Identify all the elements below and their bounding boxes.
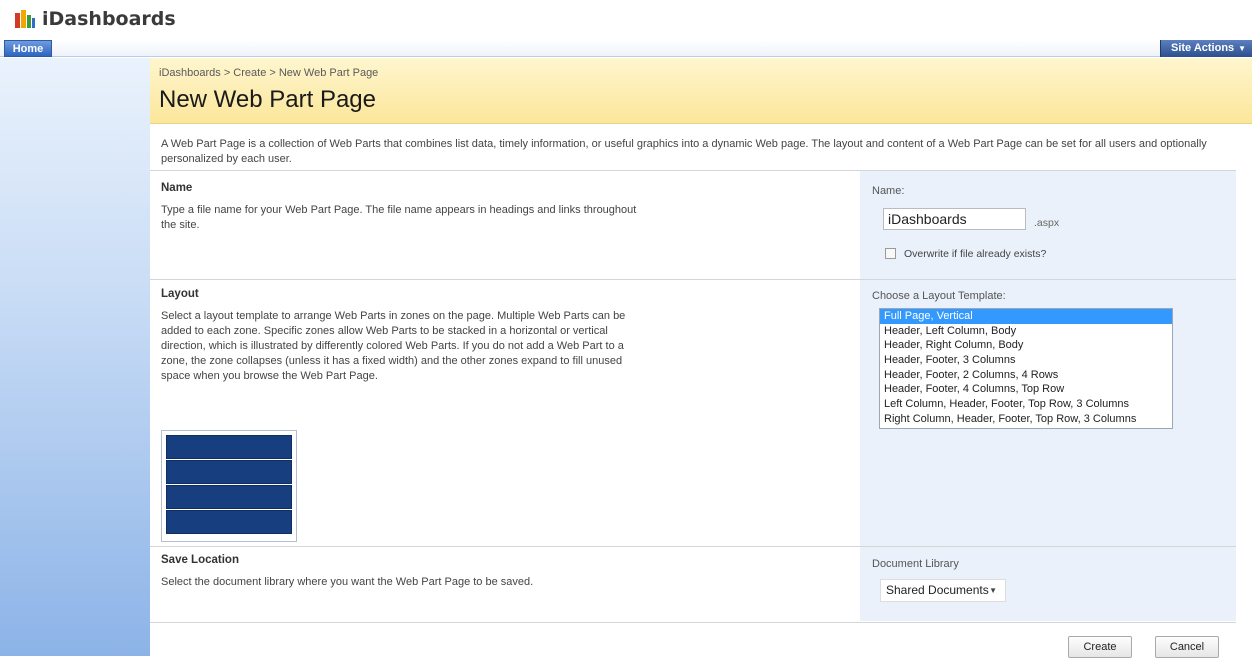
layout-section: Layout Select a layout template to arran… — [161, 287, 641, 384]
tab-home[interactable]: Home — [4, 40, 52, 57]
layout-heading: Layout — [161, 288, 199, 300]
page-title: New Web Part Page — [159, 86, 376, 113]
layout-template-listbox[interactable]: Full Page, Vertical Header, Left Column, … — [879, 308, 1173, 429]
document-library-select[interactable]: Shared Documents ▼ — [880, 579, 1006, 602]
site-actions-label: Site Actions — [1171, 42, 1235, 54]
file-name-input[interactable]: iDashboards — [883, 208, 1026, 230]
overwrite-checkbox[interactable] — [885, 248, 896, 259]
save-location-section: Save Location Select the document librar… — [161, 553, 641, 590]
cancel-button[interactable]: Cancel — [1155, 636, 1219, 658]
top-nav-bar: Home Site Actions ▼ — [0, 40, 1252, 57]
overwrite-label: Overwrite if file already exists? — [904, 248, 1047, 260]
name-field-label: Name: — [872, 185, 905, 197]
create-button[interactable]: Create — [1068, 636, 1132, 658]
top-header: iDashboards — [0, 0, 1252, 40]
left-navigation — [0, 58, 150, 656]
document-library-value: Shared Documents — [886, 583, 989, 597]
site-actions-menu[interactable]: Site Actions ▼ — [1160, 40, 1252, 57]
preview-zone — [165, 459, 293, 485]
layout-field-panel: Choose a Layout Template: Full Page, Ver… — [860, 280, 1236, 546]
preview-zone — [165, 484, 293, 510]
file-extension-label: .aspx — [1034, 217, 1060, 229]
layout-option[interactable]: Full Page, Vertical — [880, 309, 1172, 324]
layout-option[interactable]: Header, Footer, 3 Columns — [880, 353, 1172, 368]
breadcrumb[interactable]: iDashboards > Create > New Web Part Page — [159, 67, 378, 79]
intro-text: A Web Part Page is a collection of Web P… — [161, 138, 1207, 165]
chevron-down-icon: ▼ — [989, 586, 997, 595]
section-divider — [150, 622, 1236, 623]
site-title[interactable]: iDashboards — [42, 8, 176, 30]
name-section: Name Type a file name for your Web Part … — [161, 181, 641, 233]
layout-option[interactable]: Left Column, Header, Footer, Top Row, 3 … — [880, 397, 1172, 412]
name-field-panel: Name: iDashboards .aspx Overwrite if fil… — [860, 171, 1236, 279]
save-location-panel: Document Library Shared Documents ▼ — [860, 547, 1236, 621]
layout-description: Select a layout template to arrange Web … — [161, 310, 626, 382]
document-library-label: Document Library — [872, 558, 959, 570]
layout-option[interactable]: Header, Right Column, Body — [880, 338, 1172, 353]
layout-option[interactable]: Header, Left Column, Body — [880, 324, 1172, 339]
layout-option[interactable]: Right Column, Header, Footer, Top Row, 3… — [880, 412, 1172, 427]
page-title-area: iDashboards > Create > New Web Part Page… — [150, 58, 1252, 124]
chevron-down-icon: ▼ — [1238, 44, 1247, 53]
preview-zone — [165, 509, 293, 535]
name-description: Type a file name for your Web Part Page.… — [161, 204, 637, 231]
layout-option[interactable]: Header, Footer, 2 Columns, 4 Rows — [880, 368, 1172, 383]
name-heading: Name — [161, 182, 193, 194]
app-logo-icon — [15, 10, 35, 28]
layout-field-label: Choose a Layout Template: — [872, 290, 1006, 302]
save-location-heading: Save Location — [161, 554, 239, 566]
preview-zone — [165, 434, 293, 460]
layout-preview — [161, 430, 297, 542]
layout-option[interactable]: Header, Footer, 4 Columns, Top Row — [880, 382, 1172, 397]
save-location-description: Select the document library where you wa… — [161, 576, 534, 588]
